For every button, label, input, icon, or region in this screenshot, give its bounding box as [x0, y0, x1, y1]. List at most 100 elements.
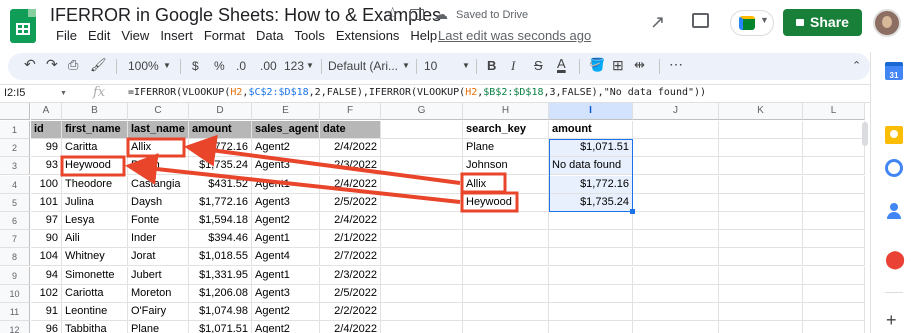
grid-cell[interactable]: [463, 212, 549, 230]
column-header-f[interactable]: F: [320, 103, 381, 120]
grid-cell[interactable]: [803, 193, 865, 212]
table-cell[interactable]: $1,018.55: [189, 248, 252, 267]
grid-cell[interactable]: [549, 266, 633, 285]
maps-icon[interactable]: ⬤: [885, 250, 905, 268]
lookup-header-amount[interactable]: amount: [549, 121, 633, 139]
table-cell[interactable]: Simonette: [62, 266, 128, 285]
grid-cell[interactable]: [633, 303, 719, 321]
row-header-3[interactable]: 3: [0, 157, 30, 176]
table-cell[interactable]: $394.46: [189, 230, 252, 249]
table-cell[interactable]: Leontine: [62, 303, 128, 321]
grid-cell[interactable]: [803, 321, 865, 333]
table-cell[interactable]: $431.52: [189, 175, 252, 194]
row-header-7[interactable]: 7: [0, 230, 30, 249]
lookup-header-search-key[interactable]: search_key: [463, 121, 549, 139]
table-cell[interactable]: Daysh: [128, 193, 189, 212]
text-color-button[interactable]: A: [557, 56, 566, 71]
comment-icon[interactable]: [692, 13, 709, 28]
row-header-12[interactable]: 12: [0, 321, 30, 333]
add-addon-icon[interactable]: +: [886, 310, 897, 331]
column-header-k[interactable]: K: [719, 103, 803, 120]
grid-cell[interactable]: [549, 212, 633, 230]
grid-cell[interactable]: [381, 248, 463, 267]
table-cell[interactable]: 2/4/2022: [320, 321, 381, 333]
grid-cell[interactable]: [633, 321, 719, 333]
grid-cell[interactable]: [633, 157, 719, 176]
grid-cell[interactable]: [633, 175, 719, 194]
column-header-a[interactable]: A: [31, 103, 62, 120]
grid-cell[interactable]: [719, 266, 803, 285]
row-header-5[interactable]: 5: [0, 193, 30, 212]
table-cell[interactable]: 2/1/2022: [320, 230, 381, 249]
grid-cell[interactable]: [633, 230, 719, 249]
table-cell[interactable]: 99: [31, 139, 62, 158]
grid-cell[interactable]: [381, 230, 463, 249]
menu-help[interactable]: Help: [410, 28, 437, 43]
result-cell[interactable]: $1,772.16: [549, 175, 633, 194]
grid-cell[interactable]: [633, 121, 719, 139]
grid-cell[interactable]: [803, 157, 865, 176]
grid-cell[interactable]: [803, 230, 865, 249]
grid-cell[interactable]: [633, 212, 719, 230]
more-formats-button[interactable]: 123: [284, 59, 304, 73]
borders-icon[interactable]: ⊞: [612, 57, 624, 74]
meet-button[interactable]: ▼: [730, 10, 774, 36]
fill-handle[interactable]: [630, 209, 635, 214]
table-cell[interactable]: Theodore: [62, 175, 128, 194]
last-edit-link[interactable]: Last edit was seconds ago: [438, 28, 591, 43]
currency-format-button[interactable]: $: [192, 59, 199, 73]
grid-cell[interactable]: [719, 303, 803, 321]
table-cell[interactable]: $1,071.51: [189, 321, 252, 333]
table-cell[interactable]: Caritta: [62, 139, 128, 158]
table-cell[interactable]: 2/3/2022: [320, 266, 381, 285]
increase-decimal-button[interactable]: .00: [260, 59, 277, 73]
grid-cell[interactable]: [803, 139, 865, 158]
table-cell[interactable]: 93: [31, 157, 62, 176]
grid-cell[interactable]: [549, 303, 633, 321]
keep-icon[interactable]: [885, 126, 903, 144]
share-button[interactable]: Share: [783, 9, 862, 36]
grid-cell[interactable]: [719, 193, 803, 212]
select-all-corner[interactable]: [0, 103, 30, 120]
grid-cell[interactable]: [719, 157, 803, 176]
table-cell[interactable]: 2/4/2022: [320, 212, 381, 230]
table-cell[interactable]: O'Fairy: [128, 303, 189, 321]
search-key-cell[interactable]: Johnson: [463, 157, 549, 176]
column-header-d[interactable]: D: [189, 103, 252, 120]
table-cell[interactable]: Tabbitha: [62, 321, 128, 333]
grid-cell[interactable]: [803, 175, 865, 194]
table-cell[interactable]: 90: [31, 230, 62, 249]
column-header-l[interactable]: L: [803, 103, 865, 120]
table-cell[interactable]: 2/2/2022: [320, 303, 381, 321]
table-cell[interactable]: $1,206.08: [189, 284, 252, 303]
grid-cell[interactable]: [549, 284, 633, 303]
column-header-b[interactable]: B: [62, 103, 128, 120]
grid-cell[interactable]: [719, 121, 803, 139]
grid-cell[interactable]: [549, 321, 633, 333]
table-cell[interactable]: $1,331.95: [189, 266, 252, 285]
table-cell[interactable]: Lesya: [62, 212, 128, 230]
grid-cell[interactable]: [633, 266, 719, 285]
table-cell[interactable]: Agent4: [252, 248, 320, 267]
column-header-e[interactable]: E: [252, 103, 320, 120]
table-cell[interactable]: Agent2: [252, 303, 320, 321]
grid-cell[interactable]: [803, 212, 865, 230]
table-cell[interactable]: 2/3/2022: [320, 157, 381, 176]
vertical-scrollbar[interactable]: [862, 122, 868, 146]
grid-cell[interactable]: [381, 175, 463, 194]
table-header-cell[interactable]: amount: [189, 121, 252, 139]
grid-cell[interactable]: [719, 248, 803, 267]
grid-cell[interactable]: [719, 175, 803, 194]
undo-icon[interactable]: ↶: [24, 56, 36, 73]
table-cell[interactable]: Jorat: [128, 248, 189, 267]
table-cell[interactable]: Whitney: [62, 248, 128, 267]
paint-format-icon[interactable]: 🖌: [90, 57, 107, 73]
row-header-4[interactable]: 4: [0, 175, 30, 194]
result-cell[interactable]: $1,071.51: [549, 139, 633, 158]
row-header-10[interactable]: 10: [0, 284, 30, 303]
redo-icon[interactable]: ↷: [46, 56, 58, 73]
fill-color-icon[interactable]: 🪣: [589, 57, 605, 73]
contacts-icon[interactable]: [885, 202, 903, 220]
grid-cell[interactable]: [803, 266, 865, 285]
decrease-decimal-button[interactable]: .0: [236, 59, 246, 73]
